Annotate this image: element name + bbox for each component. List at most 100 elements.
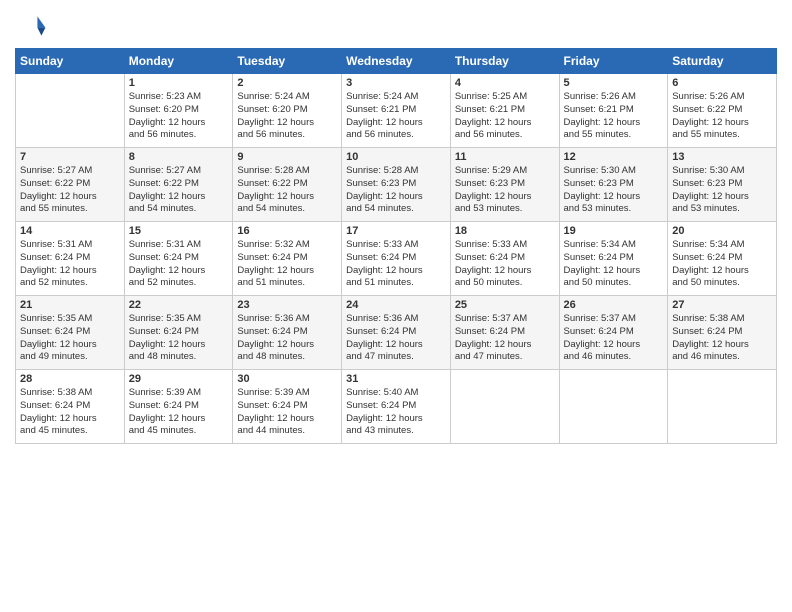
day-number: 5 <box>564 77 664 89</box>
day-cell: 11 Sunrise: 5:29 AM Sunset: 6:23 PM Dayli… <box>450 148 559 222</box>
week-row-2: 7Sunrise: 5:27 AM Sunset: 6:22 PM Daylig… <box>16 148 777 222</box>
day-cell: 17 Sunrise: 5:33 AM Sunset: 6:24 PM Dayli… <box>342 222 451 296</box>
day-info: Sunrise: 5:32 AM Sunset: 6:24 PM Dayligh… <box>237 239 337 290</box>
day-number: 18 <box>455 225 555 237</box>
day-number: 9 <box>237 151 337 163</box>
day-number: 2 <box>237 77 337 89</box>
day-cell <box>450 370 559 444</box>
day-info: Sunrise: 5:27 AM Sunset: 6:22 PM Dayligh… <box>20 165 120 216</box>
day-number: 19 <box>564 225 664 237</box>
day-cell: 31 Sunrise: 5:40 AM Sunset: 6:24 PM Dayli… <box>342 370 451 444</box>
day-cell <box>668 370 777 444</box>
day-cell: 12Sunrise: 5:30 AM Sunset: 6:23 PM Dayli… <box>559 148 668 222</box>
day-cell: 6 Sunrise: 5:26 AM Sunset: 6:22 PM Daylig… <box>668 74 777 148</box>
day-cell: 4 Sunrise: 5:25 AM Sunset: 6:21 PM Daylig… <box>450 74 559 148</box>
day-number: 15 <box>129 225 229 237</box>
day-cell: 30 Sunrise: 5:39 AM Sunset: 6:24 PM Dayli… <box>233 370 342 444</box>
week-row-1: 1Sunrise: 5:23 AM Sunset: 6:20 PM Daylig… <box>16 74 777 148</box>
day-info: Sunrise: 5:29 AM Sunset: 6:23 PM Dayligh… <box>455 165 555 216</box>
day-number: 4 <box>455 77 555 89</box>
day-number: 16 <box>237 225 337 237</box>
day-cell: 16 Sunrise: 5:32 AM Sunset: 6:24 PM Dayli… <box>233 222 342 296</box>
day-number: 14 <box>20 225 120 237</box>
day-info: Sunrise: 5:37 AM Sunset: 6:24 PM Dayligh… <box>455 313 555 364</box>
logo <box>15 10 51 42</box>
col-header-sunday: Sunday <box>16 49 125 74</box>
day-cell: 18 Sunrise: 5:33 AM Sunset: 6:24 PM Dayli… <box>450 222 559 296</box>
day-info: Sunrise: 5:28 AM Sunset: 6:22 PM Dayligh… <box>237 165 337 216</box>
day-cell: 29 Sunrise: 5:39 AM Sunset: 6:24 PM Dayli… <box>124 370 233 444</box>
day-number: 24 <box>346 299 446 311</box>
day-cell: 9 Sunrise: 5:28 AM Sunset: 6:22 PM Daylig… <box>233 148 342 222</box>
week-row-3: 14 Sunrise: 5:31 AM Sunset: 6:24 PM Dayli… <box>16 222 777 296</box>
day-info: Sunrise: 5:30 AM Sunset: 6:23 PM Dayligh… <box>564 165 664 216</box>
day-cell: 15 Sunrise: 5:31 AM Sunset: 6:24 PM Dayli… <box>124 222 233 296</box>
day-cell: 20 Sunrise: 5:34 AM Sunset: 6:24 PM Dayli… <box>668 222 777 296</box>
logo-icon <box>15 10 47 42</box>
day-number: 23 <box>237 299 337 311</box>
day-info: Sunrise: 5:24 AM Sunset: 6:20 PM Dayligh… <box>237 91 337 142</box>
day-cell: 7Sunrise: 5:27 AM Sunset: 6:22 PM Daylig… <box>16 148 125 222</box>
day-number: 27 <box>672 299 772 311</box>
day-number: 8 <box>129 151 229 163</box>
day-cell: 25 Sunrise: 5:37 AM Sunset: 6:24 PM Dayli… <box>450 296 559 370</box>
day-cell: 1Sunrise: 5:23 AM Sunset: 6:20 PM Daylig… <box>124 74 233 148</box>
day-number: 22 <box>129 299 229 311</box>
day-number: 26 <box>564 299 664 311</box>
col-header-monday: Monday <box>124 49 233 74</box>
day-info: Sunrise: 5:39 AM Sunset: 6:24 PM Dayligh… <box>129 387 229 438</box>
day-number: 25 <box>455 299 555 311</box>
day-info: Sunrise: 5:40 AM Sunset: 6:24 PM Dayligh… <box>346 387 446 438</box>
day-cell <box>559 370 668 444</box>
day-cell: 13Sunrise: 5:30 AM Sunset: 6:23 PM Dayli… <box>668 148 777 222</box>
day-number: 1 <box>129 77 229 89</box>
day-info: Sunrise: 5:37 AM Sunset: 6:24 PM Dayligh… <box>564 313 664 364</box>
day-cell: 14 Sunrise: 5:31 AM Sunset: 6:24 PM Dayli… <box>16 222 125 296</box>
day-cell: 22 Sunrise: 5:35 AM Sunset: 6:24 PM Dayli… <box>124 296 233 370</box>
day-cell: 3 Sunrise: 5:24 AM Sunset: 6:21 PM Daylig… <box>342 74 451 148</box>
day-info: Sunrise: 5:33 AM Sunset: 6:24 PM Dayligh… <box>346 239 446 290</box>
day-info: Sunrise: 5:38 AM Sunset: 6:24 PM Dayligh… <box>672 313 772 364</box>
week-row-5: 28 Sunrise: 5:38 AM Sunset: 6:24 PM Dayli… <box>16 370 777 444</box>
day-info: Sunrise: 5:27 AM Sunset: 6:22 PM Dayligh… <box>129 165 229 216</box>
day-cell: 8 Sunrise: 5:27 AM Sunset: 6:22 PM Daylig… <box>124 148 233 222</box>
day-info: Sunrise: 5:31 AM Sunset: 6:24 PM Dayligh… <box>20 239 120 290</box>
day-info: Sunrise: 5:28 AM Sunset: 6:23 PM Dayligh… <box>346 165 446 216</box>
day-cell: 26 Sunrise: 5:37 AM Sunset: 6:24 PM Dayli… <box>559 296 668 370</box>
day-number: 31 <box>346 373 446 385</box>
day-info: Sunrise: 5:38 AM Sunset: 6:24 PM Dayligh… <box>20 387 120 438</box>
day-number: 17 <box>346 225 446 237</box>
col-header-tuesday: Tuesday <box>233 49 342 74</box>
header <box>15 10 777 42</box>
header-row: SundayMondayTuesdayWednesdayThursdayFrid… <box>16 49 777 74</box>
col-header-saturday: Saturday <box>668 49 777 74</box>
day-number: 29 <box>129 373 229 385</box>
col-header-thursday: Thursday <box>450 49 559 74</box>
day-number: 11 <box>455 151 555 163</box>
day-cell: 2 Sunrise: 5:24 AM Sunset: 6:20 PM Daylig… <box>233 74 342 148</box>
day-number: 3 <box>346 77 446 89</box>
day-info: Sunrise: 5:35 AM Sunset: 6:24 PM Dayligh… <box>129 313 229 364</box>
day-info: Sunrise: 5:39 AM Sunset: 6:24 PM Dayligh… <box>237 387 337 438</box>
day-info: Sunrise: 5:36 AM Sunset: 6:24 PM Dayligh… <box>346 313 446 364</box>
day-number: 30 <box>237 373 337 385</box>
day-number: 28 <box>20 373 120 385</box>
day-cell: 19 Sunrise: 5:34 AM Sunset: 6:24 PM Dayli… <box>559 222 668 296</box>
week-row-4: 21 Sunrise: 5:35 AM Sunset: 6:24 PM Dayli… <box>16 296 777 370</box>
day-info: Sunrise: 5:33 AM Sunset: 6:24 PM Dayligh… <box>455 239 555 290</box>
day-cell: 24 Sunrise: 5:36 AM Sunset: 6:24 PM Dayli… <box>342 296 451 370</box>
day-info: Sunrise: 5:34 AM Sunset: 6:24 PM Dayligh… <box>564 239 664 290</box>
day-info: Sunrise: 5:35 AM Sunset: 6:24 PM Dayligh… <box>20 313 120 364</box>
day-info: Sunrise: 5:30 AM Sunset: 6:23 PM Dayligh… <box>672 165 772 216</box>
day-info: Sunrise: 5:34 AM Sunset: 6:24 PM Dayligh… <box>672 239 772 290</box>
day-number: 21 <box>20 299 120 311</box>
day-cell <box>16 74 125 148</box>
day-info: Sunrise: 5:31 AM Sunset: 6:24 PM Dayligh… <box>129 239 229 290</box>
day-info: Sunrise: 5:25 AM Sunset: 6:21 PM Dayligh… <box>455 91 555 142</box>
day-info: Sunrise: 5:26 AM Sunset: 6:22 PM Dayligh… <box>672 91 772 142</box>
day-info: Sunrise: 5:24 AM Sunset: 6:21 PM Dayligh… <box>346 91 446 142</box>
day-number: 10 <box>346 151 446 163</box>
page: SundayMondayTuesdayWednesdayThursdayFrid… <box>0 0 792 612</box>
day-number: 6 <box>672 77 772 89</box>
day-number: 20 <box>672 225 772 237</box>
